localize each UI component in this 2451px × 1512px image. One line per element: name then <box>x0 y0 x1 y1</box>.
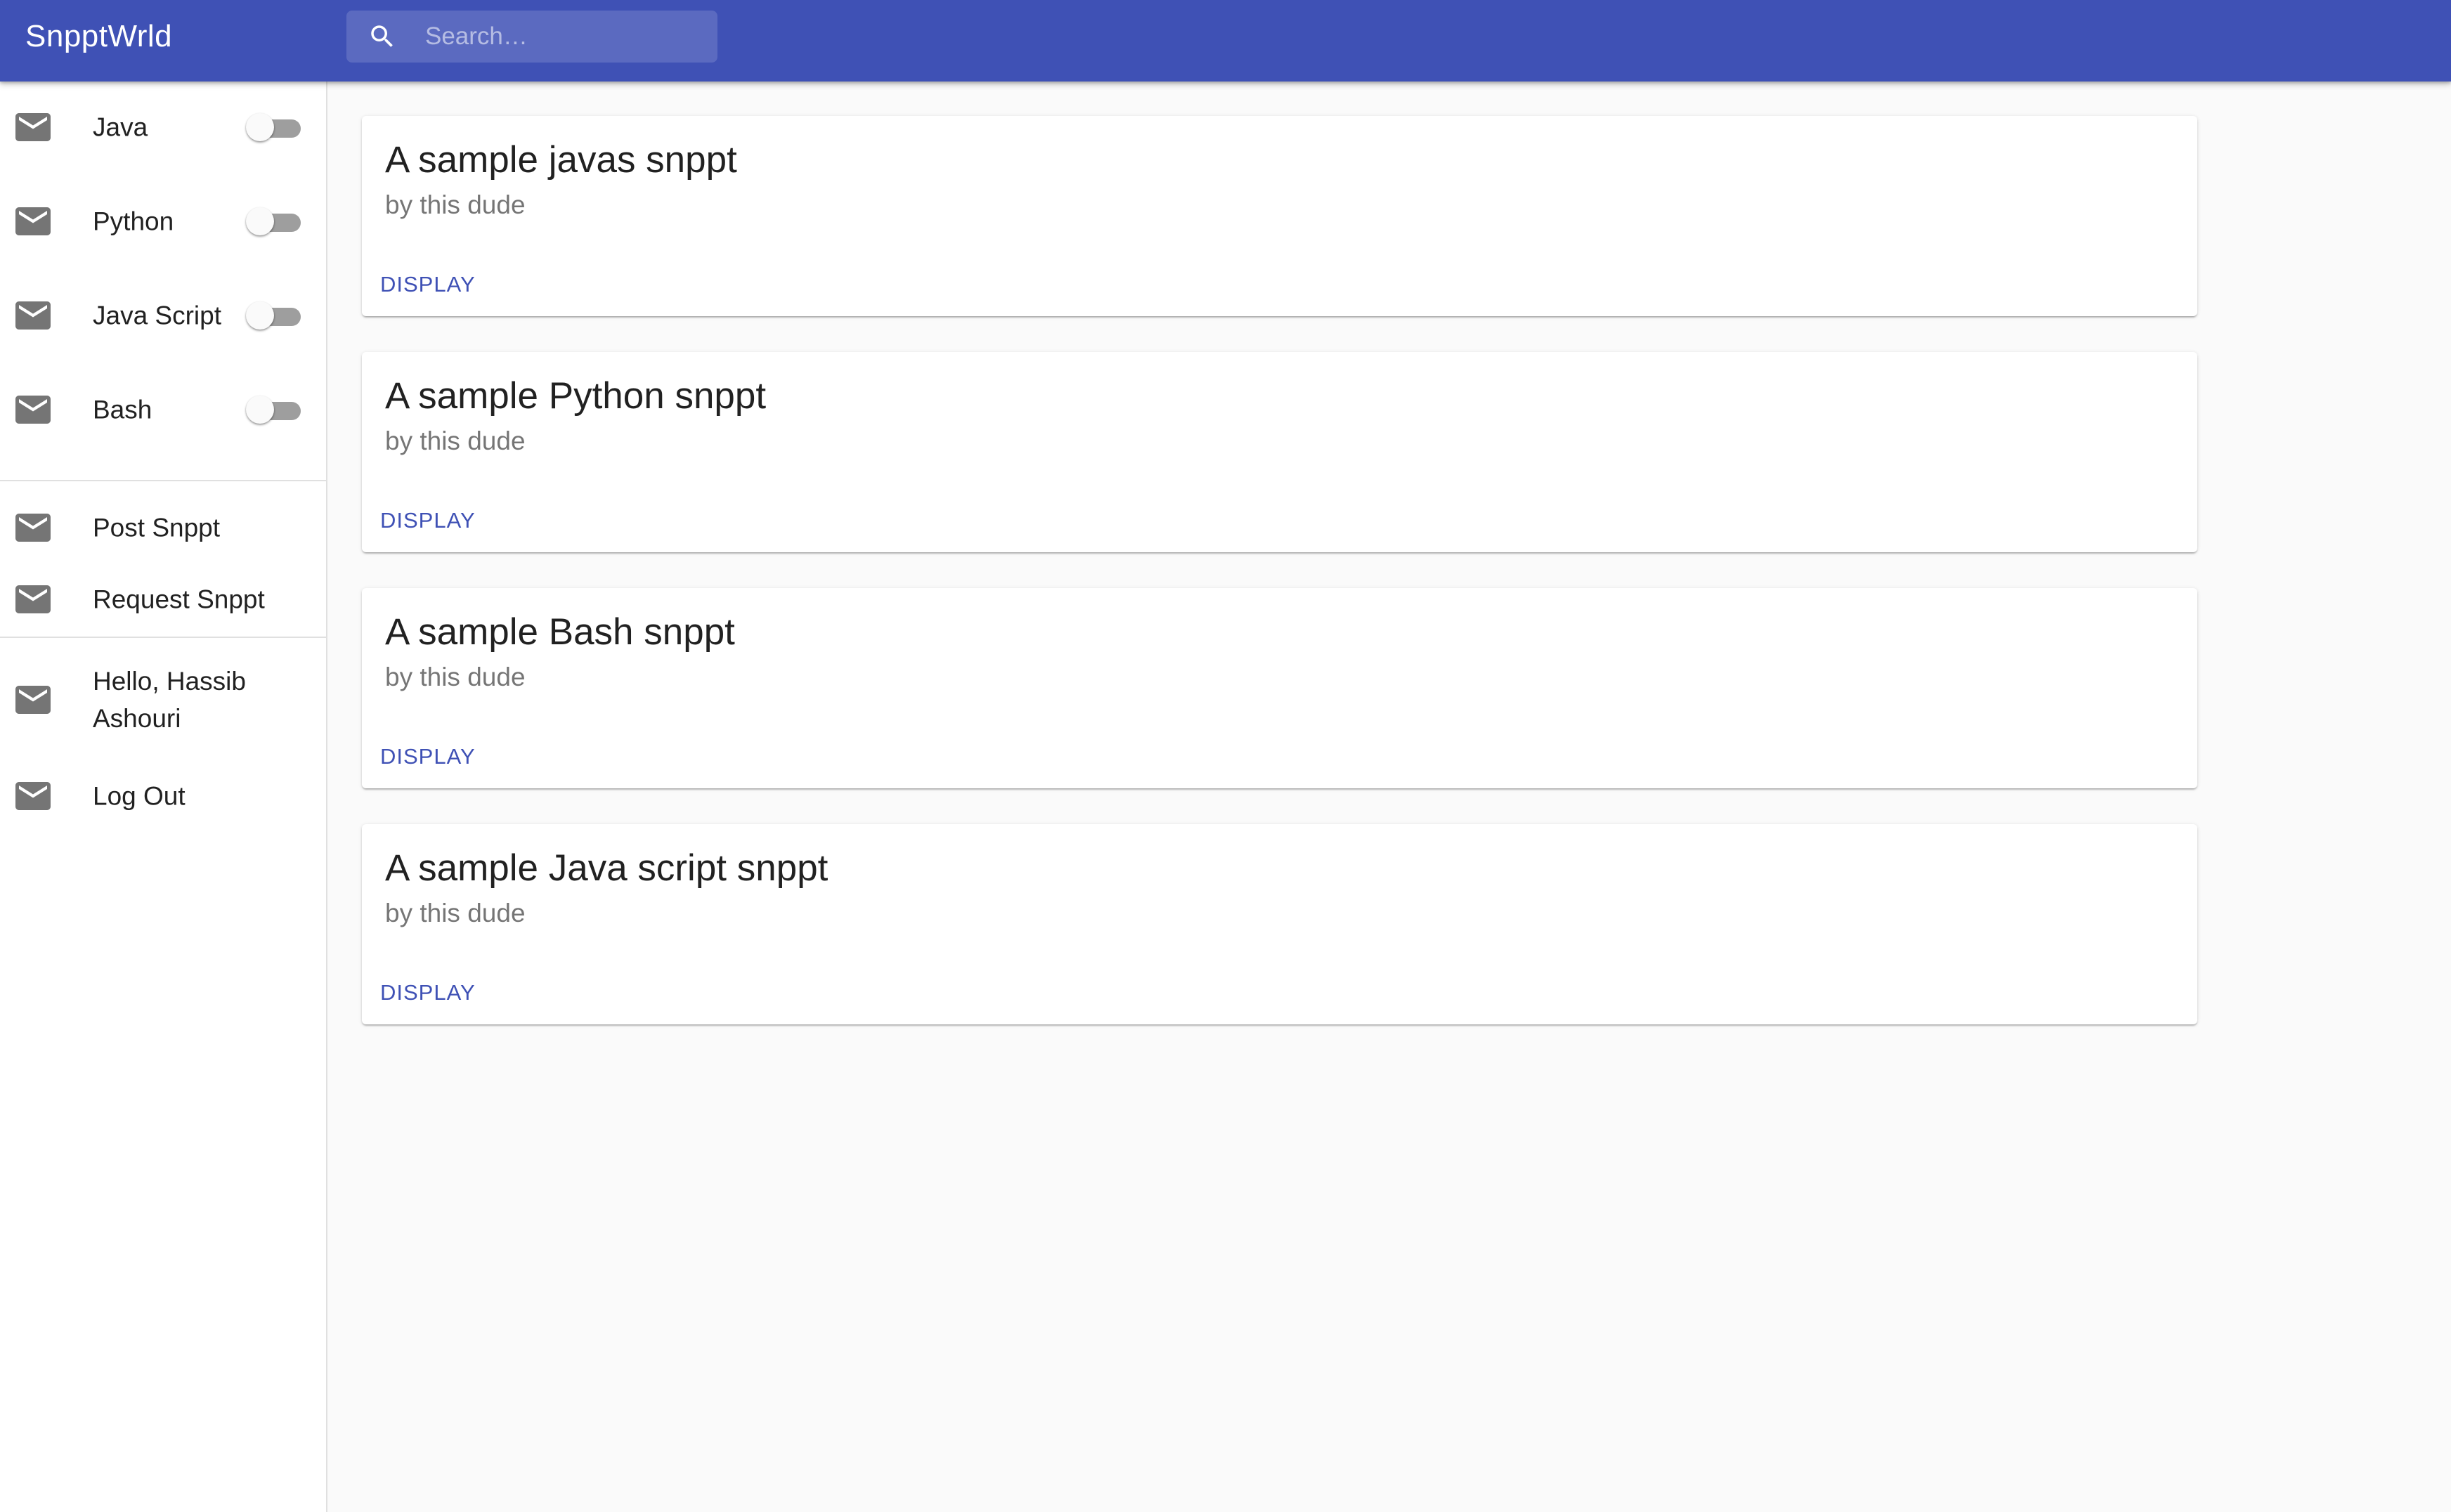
drawer-item-java-script[interactable]: Java Script <box>0 270 326 361</box>
snippet-card: A sample Java script snppt by this dude … <box>362 824 2197 1024</box>
toggle-thumb <box>246 396 274 424</box>
toggle-thumb <box>246 301 274 330</box>
mail-icon <box>15 396 51 424</box>
drawer-item-bash[interactable]: Bash <box>0 364 326 455</box>
snippet-card: A sample javas snppt by this dude Displa… <box>362 116 2197 316</box>
greeting-label: Hello, Hassib Ashouri <box>93 667 246 733</box>
drawer-item-label: Java Script <box>93 301 222 330</box>
bash-toggle[interactable] <box>246 394 301 425</box>
drawer-divider <box>0 637 326 638</box>
python-toggle[interactable] <box>246 206 301 237</box>
java-toggle[interactable] <box>246 112 301 143</box>
snippet-author: by this dude <box>385 899 526 927</box>
search-icon <box>371 25 393 47</box>
drawer-item-java[interactable]: Java <box>0 82 326 173</box>
display-button[interactable]: Display <box>370 263 486 306</box>
app-bar: SnpptWrld <box>0 0 2451 82</box>
drawer-item-label: Bash <box>93 395 152 424</box>
mail-icon <box>15 301 51 330</box>
app-title: SnpptWrld <box>25 19 173 53</box>
drawer-item-label: Log Out <box>93 781 186 811</box>
snippet-author: by this dude <box>385 663 526 691</box>
snippet-title: A sample javas snppt <box>385 139 737 181</box>
side-drawer: Java Python Java Script Bash Post Snppt … <box>0 82 327 1512</box>
drawer-item-label: Java <box>93 112 148 142</box>
display-button[interactable]: Display <box>370 972 486 1014</box>
drawer-item-label: Python <box>93 207 174 236</box>
search-box[interactable] <box>346 11 717 63</box>
display-button[interactable]: Display <box>370 500 486 542</box>
drawer-item-log-out[interactable]: Log Out <box>0 761 326 831</box>
drawer-item-post-snppt[interactable]: Post Snppt <box>0 493 326 563</box>
snippet-title: A sample Java script snppt <box>385 847 828 889</box>
snippet-card: A sample Bash snppt by this dude Display <box>362 588 2197 788</box>
drawer-item-label: Request Snppt <box>93 585 265 614</box>
mail-icon <box>15 514 51 542</box>
search-input[interactable] <box>425 11 706 63</box>
drawer-item-greeting[interactable]: Hello, Hassib Ashouri <box>0 651 326 749</box>
snippet-author: by this dude <box>385 426 526 455</box>
snippet-author: by this dude <box>385 190 526 219</box>
snippet-title: A sample Bash snppt <box>385 611 735 653</box>
mail-icon <box>15 585 51 613</box>
drawer-item-python[interactable]: Python <box>0 176 326 267</box>
mail-icon <box>15 686 51 714</box>
drawer-item-request-snppt[interactable]: Request Snppt <box>0 564 326 634</box>
display-button[interactable]: Display <box>370 736 486 778</box>
mail-icon <box>15 782 51 810</box>
drawer-divider <box>0 480 326 481</box>
toggle-thumb <box>246 207 274 235</box>
toggle-thumb <box>246 113 274 141</box>
snippet-card: A sample Python snppt by this dude Displ… <box>362 352 2197 552</box>
java-script-toggle[interactable] <box>246 300 301 331</box>
mail-icon <box>15 113 51 141</box>
snippet-title: A sample Python snppt <box>385 375 767 417</box>
drawer-item-label: Post Snppt <box>93 513 221 542</box>
mail-icon <box>15 207 51 235</box>
